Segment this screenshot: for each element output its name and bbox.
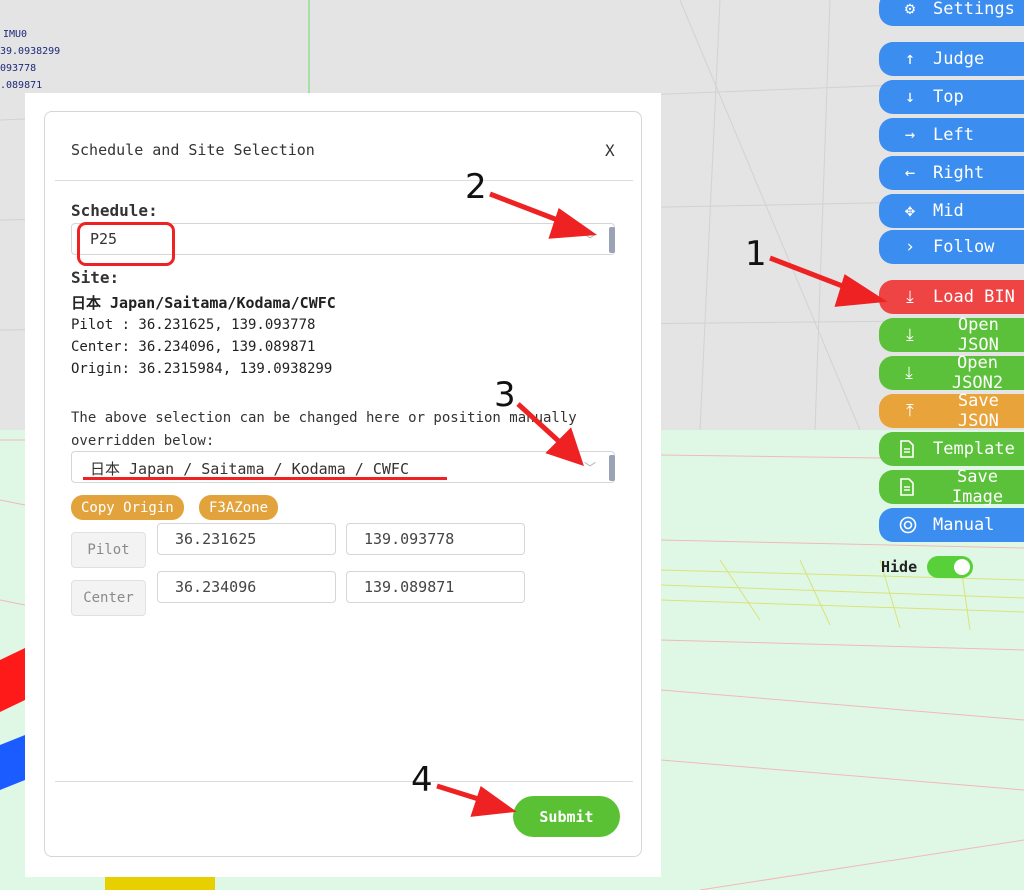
- template-label: Template: [933, 439, 1015, 459]
- schedule-label: Schedule:: [71, 201, 158, 220]
- top-button[interactable]: ↓ Top: [879, 80, 1024, 114]
- schedule-highlight-box: [77, 222, 175, 266]
- load-bin-button[interactable]: ⤓ Load BIN: [879, 280, 1024, 314]
- follow-label: Follow: [933, 237, 995, 257]
- follow-button[interactable]: › Follow: [879, 230, 1024, 264]
- center-lat-input[interactable]: [157, 571, 336, 603]
- save-json-button[interactable]: ⤒ Save JSON: [879, 391, 1024, 431]
- mid-button[interactable]: ✥ Mid: [879, 194, 1024, 228]
- open-json-label: Open JSON: [957, 315, 999, 355]
- pilot-lon-input[interactable]: [346, 523, 525, 555]
- open-json2-button[interactable]: ⤓ Open JSON2: [879, 353, 1024, 393]
- upload-icon: ⤒: [906, 401, 914, 421]
- site-underline: [83, 477, 447, 480]
- scrollbar[interactable]: [609, 227, 615, 253]
- hide-label: Hide: [881, 558, 918, 576]
- origin-coordinates: Origin: 36.2315984, 139.0938299: [71, 361, 333, 377]
- imu-readout: IMU0 39.0938299 093778 .089871: [0, 26, 60, 94]
- open-json2-label: Open JSON2: [951, 353, 1004, 393]
- modal-title: Schedule and Site Selection: [71, 141, 315, 159]
- annotation-number-3: 3: [494, 375, 516, 415]
- judge-label: Judge: [933, 49, 985, 69]
- scrollbar[interactable]: [609, 455, 615, 481]
- header-divider: [55, 180, 633, 181]
- pilot-lat-input[interactable]: [157, 523, 336, 555]
- arrow-right-icon: →: [904, 125, 916, 145]
- save-json-label: Save JSON: [957, 391, 999, 431]
- f3azone-button[interactable]: F3AZone: [199, 495, 279, 520]
- settings-button[interactable]: ⚙ Settings: [879, 0, 1024, 26]
- save-image-label: Save Image: [951, 467, 1004, 507]
- manual-label: Manual: [933, 515, 995, 535]
- right-button[interactable]: ← Right: [879, 156, 1024, 190]
- load-bin-label: Load BIN: [933, 287, 1015, 307]
- lifebuoy-icon: [899, 516, 921, 534]
- pilot-coordinates: Pilot : 36.231625, 139.093778: [71, 317, 316, 333]
- download-icon: ⤓: [905, 363, 913, 383]
- arrow-down-icon: ↓: [904, 87, 916, 107]
- site-select-value: 日本 Japan / Saitama / Kodama / CWFC: [90, 460, 409, 478]
- document-icon: [899, 478, 919, 496]
- open-json-button[interactable]: ⤓ Open JSON: [879, 315, 1024, 355]
- chevron-down-icon: ﹀: [583, 233, 596, 247]
- close-button[interactable]: X: [605, 141, 615, 160]
- settings-label: Settings: [933, 0, 1015, 19]
- center-lon-input[interactable]: [346, 571, 525, 603]
- center-button[interactable]: Center: [71, 580, 146, 616]
- left-button[interactable]: → Left: [879, 118, 1024, 152]
- download-icon: ⤓: [906, 287, 914, 307]
- imu-label: IMU0: [3, 29, 28, 40]
- override-hint: The above selection can be changed here …: [71, 410, 577, 449]
- arrow-up-icon: ↑: [904, 49, 916, 69]
- hide-toggle-row: Hide: [881, 556, 974, 578]
- template-button[interactable]: Template: [879, 432, 1024, 466]
- manual-button[interactable]: Manual: [879, 508, 1024, 542]
- chevron-down-icon: ﹀: [583, 461, 596, 475]
- imu-value-3: .089871: [0, 80, 43, 91]
- pilot-button[interactable]: Pilot: [71, 532, 146, 568]
- judge-button[interactable]: ↑ Judge: [879, 42, 1024, 76]
- imu-value-1: 39.0938299: [0, 46, 61, 57]
- top-label: Top: [933, 87, 964, 107]
- site-label: Site:: [71, 268, 120, 287]
- annotation-number-4: 4: [411, 760, 433, 800]
- move-arrows-icon: ✥: [904, 201, 916, 221]
- site-name: 日本 Japan/Saitama/Kodama/CWFC: [71, 294, 336, 312]
- chevron-right-icon: ›: [904, 237, 916, 257]
- save-image-button[interactable]: Save Image: [879, 467, 1024, 507]
- center-coordinates: Center: 36.234096, 139.089871: [71, 339, 316, 355]
- submit-button[interactable]: Submit: [513, 796, 620, 837]
- left-label: Left: [933, 125, 974, 145]
- gear-icon: ⚙: [904, 0, 916, 19]
- toggle-knob: [954, 559, 971, 575]
- imu-value-2: 093778: [0, 63, 37, 74]
- right-label: Right: [933, 163, 985, 183]
- document-icon: [899, 440, 921, 458]
- hide-toggle[interactable]: [927, 556, 974, 578]
- copy-origin-button[interactable]: Copy Origin: [71, 495, 184, 520]
- annotation-number-2: 2: [465, 167, 487, 207]
- arrow-left-icon: ←: [904, 163, 916, 183]
- mid-label: Mid: [933, 201, 964, 221]
- download-icon: ⤓: [906, 325, 914, 345]
- footer-divider: [55, 781, 633, 782]
- annotation-number-1: 1: [745, 234, 767, 274]
